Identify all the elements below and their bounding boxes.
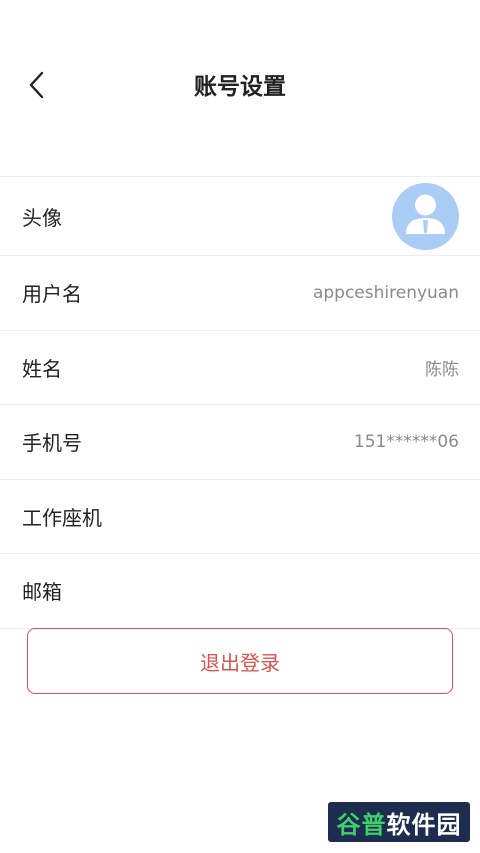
row-label: 手机号 bbox=[22, 431, 82, 456]
back-button[interactable] bbox=[20, 70, 54, 104]
settings-row-avatar[interactable]: 头像 bbox=[0, 177, 480, 256]
row-value: 151******06 bbox=[353, 431, 459, 452]
row-value: appceshirenyuan bbox=[312, 282, 459, 303]
avatar[interactable] bbox=[392, 182, 459, 250]
row-label: 用户名 bbox=[22, 282, 82, 307]
chevron-left-icon bbox=[28, 70, 46, 104]
settings-row-work-phone[interactable]: 工作座机 bbox=[0, 479, 480, 554]
logout-button[interactable]: 退出登录 bbox=[27, 628, 453, 694]
settings-row-username[interactable]: 用户名 appceshirenyuan bbox=[0, 256, 480, 331]
settings-row-name[interactable]: 姓名 陈陈 bbox=[0, 330, 480, 405]
app-header: 账号设置 bbox=[0, 0, 480, 176]
settings-row-email[interactable]: 邮箱 bbox=[0, 554, 480, 629]
row-label: 邮箱 bbox=[22, 580, 62, 605]
row-label: 姓名 bbox=[22, 356, 62, 381]
row-value: 陈陈 bbox=[425, 359, 459, 380]
settings-row-phone[interactable]: 手机号 151******06 bbox=[0, 405, 480, 480]
page-title: 账号设置 bbox=[194, 74, 286, 100]
row-label: 工作座机 bbox=[22, 505, 102, 530]
watermark-logo: 谷普 软件园 bbox=[328, 802, 470, 842]
watermark-part2: 软件园 bbox=[386, 810, 462, 839]
settings-list: 头像 用户名 appceshirenyuan 姓名 陈陈 手机号 151****… bbox=[0, 176, 480, 629]
row-label: 头像 bbox=[22, 205, 62, 230]
user-avatar-icon bbox=[392, 183, 459, 250]
watermark-part1: 谷普 bbox=[336, 810, 387, 839]
